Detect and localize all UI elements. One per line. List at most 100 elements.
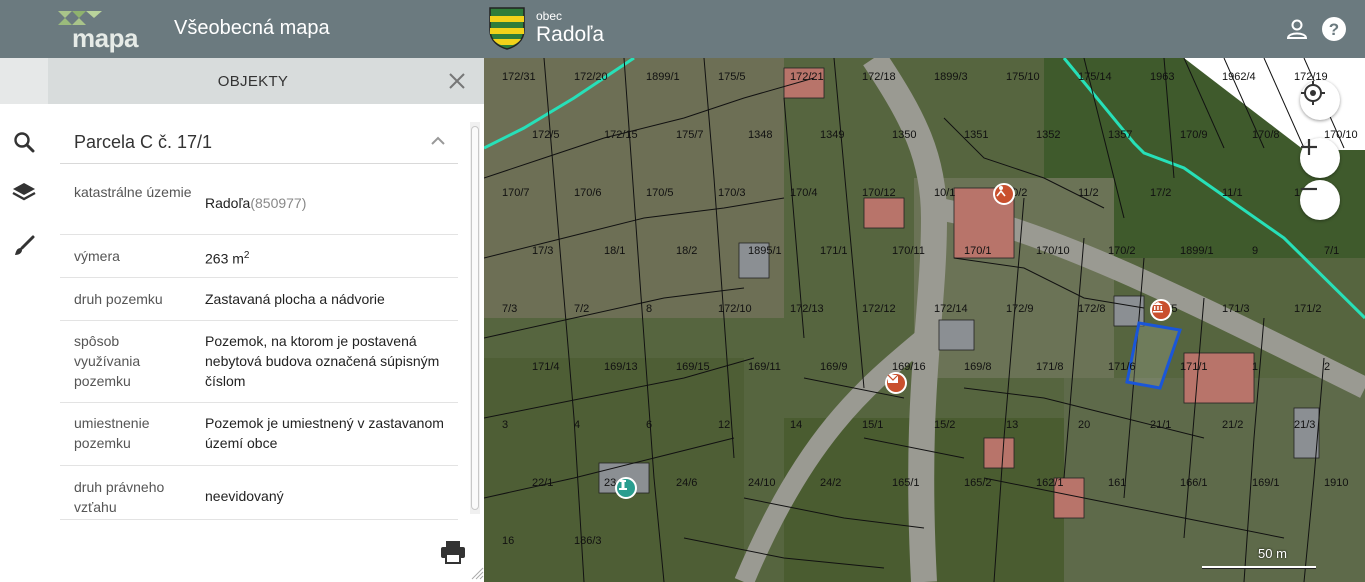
parcel-number-label: 15/2 xyxy=(934,419,955,431)
attribute-label: katastrálne územie xyxy=(74,184,192,200)
app-header: mapa Všeobecná mapa obec Radoľa ? xyxy=(0,0,1365,58)
parcel-number-label: 170/11 xyxy=(892,245,925,257)
area-value: 263 m xyxy=(205,250,244,267)
scale-label: 50 m xyxy=(1258,546,1287,561)
post-office-icon[interactable] xyxy=(885,372,907,394)
parcel-number-label: 12 xyxy=(718,419,730,431)
parcel-number-label: 172/15 xyxy=(604,129,638,141)
parcel-number-label: 170/2 xyxy=(1108,245,1136,257)
parcel-number-label: 169/15 xyxy=(676,361,710,373)
app-title: Všeobecná mapa xyxy=(174,17,330,39)
minus-icon[interactable] xyxy=(1300,180,1340,220)
parcel-number-label: 169/8 xyxy=(964,361,992,373)
parcel-number-label: 170/10 xyxy=(1036,245,1070,257)
parcel-number-label: 1899/1 xyxy=(646,71,680,83)
attribute-label: výmera xyxy=(74,248,120,264)
attribute-row-legal-relation: druh právneho vzťahu neevidovaný xyxy=(60,466,458,520)
attribute-row-land-use: spôsob využívania pozemku Pozemok, na kt… xyxy=(60,321,458,403)
parcel-number-label: 172/31 xyxy=(502,71,536,83)
parcel-number-label: 11/1 xyxy=(1222,187,1243,199)
parcel-number-label: 1899/1 xyxy=(1180,245,1214,257)
scrollbar-thumb[interactable] xyxy=(471,126,479,510)
parcel-number-label: 161 xyxy=(1108,477,1126,489)
crosshair-icon[interactable] xyxy=(1300,80,1340,120)
parcel-number-label: 24/2 xyxy=(820,477,841,489)
parcel-number-label: 170/6 xyxy=(574,187,602,199)
print-icon[interactable] xyxy=(440,540,466,564)
parcel-number-label: 7/1 xyxy=(1324,245,1339,257)
parcel-number-label: 1962/4 xyxy=(1222,71,1256,83)
parcel-number-label: 9 xyxy=(1252,245,1258,257)
parcel-number-label: 172/20 xyxy=(574,71,608,83)
parcel-number-label: 170/5 xyxy=(646,187,674,199)
parcel-number-label: 15/1 xyxy=(862,419,883,431)
parcel-number-label: 169/11 xyxy=(748,361,781,373)
museum-icon[interactable] xyxy=(1150,299,1172,321)
cadastral-map[interactable]: 172/31 172/20 1899/1 175/5 172/21 172/18 1899/… xyxy=(484,58,1365,582)
parcel-number-label: 172/5 xyxy=(532,129,560,141)
parcel-number-label: 24/6 xyxy=(676,477,697,489)
brush-icon[interactable] xyxy=(10,232,38,260)
parcel-number-label: 175/14 xyxy=(1078,71,1112,83)
parcel-number-label: 21/2 xyxy=(1222,419,1243,431)
layers-icon[interactable] xyxy=(10,178,38,206)
parcel-number-label: 170/1 xyxy=(964,245,992,257)
poi-marker-icon[interactable] xyxy=(993,183,1015,205)
chevron-up-icon[interactable] xyxy=(430,134,446,146)
parcel-number-label: 1 xyxy=(1252,361,1258,373)
parcel-number-label: 172/13 xyxy=(790,303,824,315)
parcel-number-label: 21/1 xyxy=(1150,419,1171,431)
parcel-number-label: 171/6 xyxy=(1108,361,1136,373)
close-icon[interactable] xyxy=(446,70,468,92)
parcel-number-label: 172/8 xyxy=(1078,303,1106,315)
parcel-number-label: 14 xyxy=(790,419,802,431)
help-icon[interactable]: ? xyxy=(1321,16,1347,42)
parcel-number-label: 170/4 xyxy=(790,187,818,199)
parcel-number-label: 170/7 xyxy=(502,187,530,199)
parcel-number-label: 6 xyxy=(646,419,652,431)
parcel-number-label: 18/1 xyxy=(604,245,625,257)
parcel-number-label: 170/9 xyxy=(1180,129,1208,141)
monument-icon[interactable] xyxy=(615,477,637,499)
parcel-number-label: 172/21 xyxy=(790,71,824,83)
parcel-number-label: 4 xyxy=(574,419,580,431)
attribute-value: Zastavaná plocha a nádvorie xyxy=(205,291,385,307)
plus-icon[interactable] xyxy=(1300,138,1340,178)
app-logo[interactable]: mapa xyxy=(58,9,138,53)
attribute-row-area: výmera 263 m2 xyxy=(60,235,458,278)
parcel-number-label: 24/10 xyxy=(748,477,776,489)
search-icon[interactable] xyxy=(10,128,38,156)
parcel-number-label: 171/1 xyxy=(820,245,848,257)
attribute-value: Radoľa(850977) xyxy=(205,193,455,213)
parcel-number-label: 172/14 xyxy=(934,303,968,315)
attribute-label: spôsob využívania pozemku xyxy=(74,333,141,389)
attribute-label: druh pozemku xyxy=(74,291,163,307)
parcel-number-label: 175/5 xyxy=(718,71,746,83)
map-view[interactable]: 172/31 172/20 1899/1 175/5 172/21 172/18 1899/… xyxy=(484,58,1365,582)
parcel-number-label: 186/3 xyxy=(574,535,602,547)
parcel-title: Parcela C č. 17/1 xyxy=(74,132,213,152)
parcel-number-label: 170/12 xyxy=(862,187,896,199)
parcel-number-label: 175/10 xyxy=(1006,71,1040,83)
attribute-value: Pozemok je umiestnený v zastavanom území… xyxy=(205,415,444,451)
panel-scrollbar[interactable] xyxy=(470,122,480,514)
parcel-number-label: 171/2 xyxy=(1294,303,1322,315)
parcel-number-label: 171/3 xyxy=(1222,303,1250,315)
tool-rail xyxy=(0,58,48,582)
panel-title: OBJEKTY xyxy=(217,73,289,90)
user-icon[interactable] xyxy=(1284,16,1310,42)
parcel-number-label: 170/8 xyxy=(1252,129,1280,141)
resize-handle-icon[interactable] xyxy=(470,566,484,580)
parcel-number-label: 1895/1 xyxy=(748,245,782,257)
attribute-row-cadastral-area: katastrálne územie Radoľa(850977) xyxy=(60,172,458,235)
parcel-section-header[interactable]: Parcela C č. 17/1 xyxy=(60,120,458,164)
parcel-number-label: 16 xyxy=(502,535,514,547)
parcel-number-label: 172/18 xyxy=(862,71,896,83)
parcel-number-label: 22/1 xyxy=(532,477,553,489)
parcel-number-label: 171/8 xyxy=(1036,361,1064,373)
parcel-number-label: 1910 xyxy=(1324,477,1348,489)
parcel-number-label: 1348 xyxy=(748,129,772,141)
parcel-number-label: 7/3 xyxy=(502,303,517,315)
parcel-number-label: 172/9 xyxy=(1006,303,1034,315)
municipality-prefix: obec xyxy=(536,9,563,23)
